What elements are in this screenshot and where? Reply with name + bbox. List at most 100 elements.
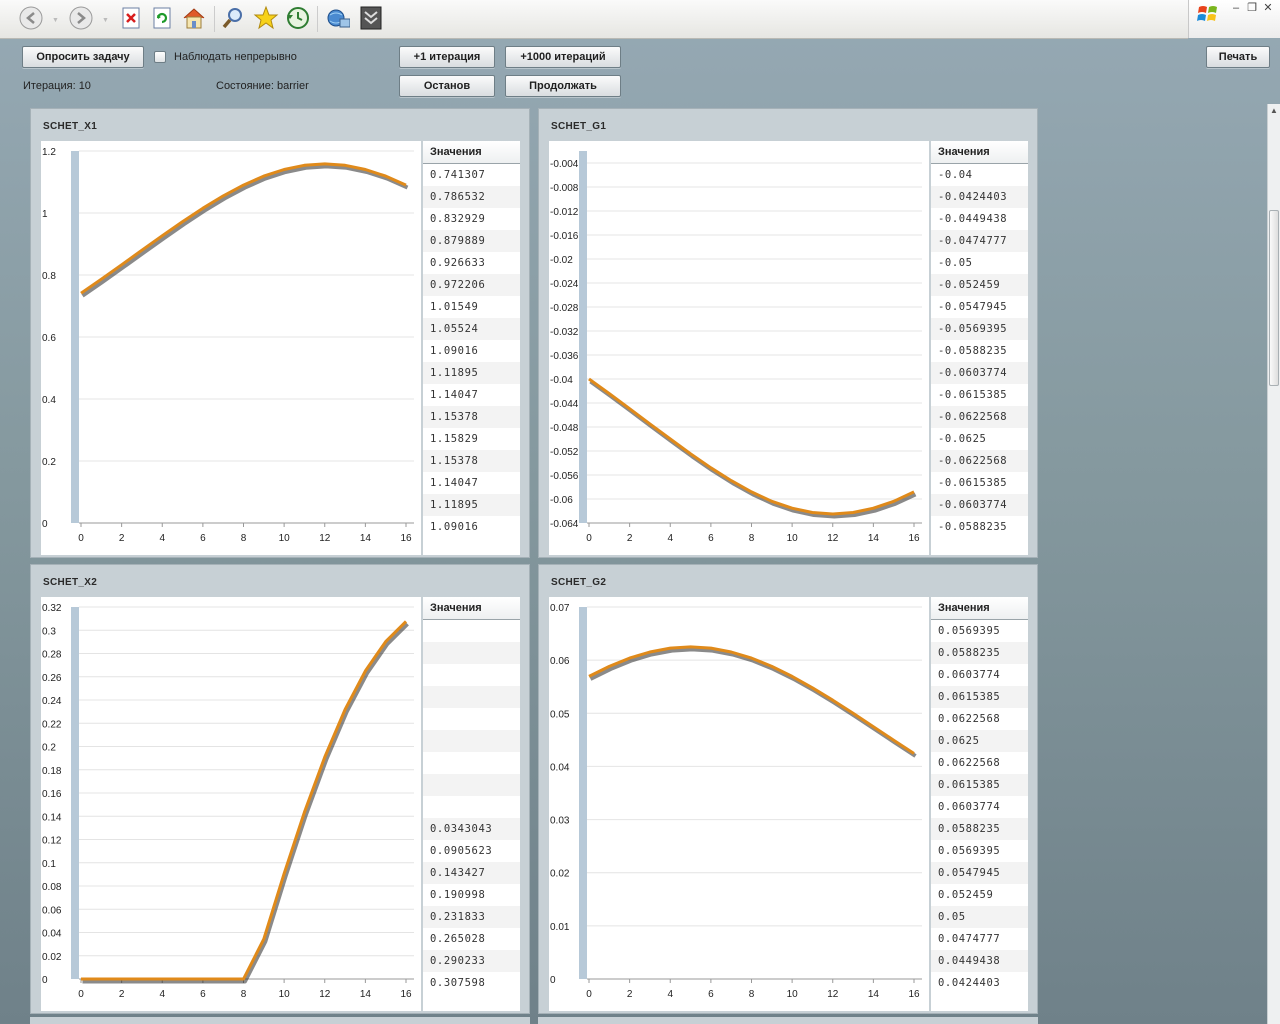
next-panel-edge <box>30 1017 530 1024</box>
minimize-icon[interactable]: – <box>1229 2 1243 14</box>
series-line <box>81 620 408 981</box>
table-row: 0.0588235 <box>931 818 1028 840</box>
table-row: -0.052459 <box>931 274 1028 296</box>
close-icon[interactable]: ✕ <box>1261 2 1275 14</box>
y-tick-label: 0.06 <box>550 656 570 667</box>
x-tick-label: 14 <box>868 533 880 544</box>
window-controls: – ❐ ✕ <box>1188 0 1280 38</box>
stop-icon[interactable] <box>118 5 144 31</box>
watch-continuously-checkbox[interactable] <box>154 51 166 63</box>
y-tick-label: -0.004 <box>550 159 579 170</box>
y-tick-label: 0.01 <box>550 922 570 933</box>
table-row: -0.0615385 <box>938 477 1008 489</box>
y-tick-label: -0.012 <box>550 207 579 218</box>
x-tick-label: 16 <box>908 533 920 544</box>
scroll-up-icon[interactable]: ▲ <box>1270 106 1278 115</box>
y-tick-label: -0.06 <box>550 495 573 506</box>
table-row: 0.0622568 <box>938 757 1001 769</box>
y-tick-label: 0 <box>42 975 48 986</box>
y-tick-label: 0.24 <box>42 696 62 707</box>
plus-thousand-iterations-button[interactable]: +1000 итераций <box>505 46 621 68</box>
home-icon[interactable] <box>181 5 207 31</box>
x-tick-label: 16 <box>400 989 412 1000</box>
values-table: Значения 0.0343043 0.0905623 0.143427 0.190… <box>423 597 520 1011</box>
y-tick-label: 0.05 <box>550 709 570 720</box>
table-row: -0.0603774 <box>931 494 1028 516</box>
axis-band <box>71 607 79 979</box>
table-row: 1.15378 <box>423 406 520 428</box>
vertical-scrollbar[interactable]: ▲ <box>1267 104 1280 1024</box>
scroll-thumb[interactable] <box>1269 210 1279 386</box>
table-row: 0.290233 <box>423 950 520 972</box>
table-row: -0.0622568 <box>931 450 1028 472</box>
table-row: 0.190998 <box>430 889 486 901</box>
y-tick-label: 0 <box>42 519 48 530</box>
y-tick-label: 0.6 <box>42 333 56 344</box>
table-row: -0.0603774 <box>931 362 1028 384</box>
next-panel-edge <box>538 1017 1038 1024</box>
y-tick-label: 0.4 <box>42 395 56 406</box>
print-preview-icon[interactable] <box>358 5 384 31</box>
x-tick-label: 14 <box>868 989 880 1000</box>
history-icon[interactable] <box>284 5 310 31</box>
line-chart: 0 0.2 0.4 0.6 0.8 1 1.2 0 2 4 6 8 10 12 14 16 <box>41 141 421 555</box>
y-tick-label: 0.8 <box>42 271 56 282</box>
media-icon[interactable] <box>324 5 350 31</box>
table-row: -0.0615385 <box>938 389 1008 401</box>
chart-svg: 0 0.02 0.04 0.06 0.08 0.1 0.12 0.14 0.16 0.18 0.2 0… <box>42 603 414 1000</box>
table-row: 0.0547945 <box>931 862 1028 884</box>
values-table: Значения 0.741307 0.786532 0.832929 0.87988… <box>423 141 520 555</box>
y-tick-label: 0.2 <box>42 743 56 754</box>
series-line <box>80 162 407 295</box>
table-row: 0.0588235 <box>931 642 1028 664</box>
table-row: -0.0625 <box>938 433 987 445</box>
table-row: 0.05 <box>931 906 1028 928</box>
x-tick-label: 12 <box>827 533 839 544</box>
search-icon[interactable] <box>220 5 246 31</box>
forward-dropdown-icon[interactable]: ▼ <box>102 17 110 24</box>
y-tick-label: 0.1 <box>42 859 56 870</box>
table-row: 1.14047 <box>430 389 479 401</box>
table-row: 0.0905623 <box>430 845 493 857</box>
table-row: -0.0474777 <box>931 230 1028 252</box>
table-row: -0.0547945 <box>938 301 1008 313</box>
forward-icon[interactable] <box>68 5 94 31</box>
table-row: 0.0615385 <box>931 774 1028 796</box>
series-shadow <box>589 379 917 519</box>
table-row <box>423 708 520 730</box>
iteration-counter: Итерация: 10 <box>23 80 91 92</box>
x-tick-label: 12 <box>319 989 331 1000</box>
x-tick-label: 8 <box>749 989 755 1000</box>
restore-icon[interactable]: ❐ <box>1245 2 1259 14</box>
table-row: 0.0449438 <box>931 950 1028 972</box>
x-tick-label: 4 <box>667 989 673 1000</box>
continue-button[interactable]: Продолжать <box>505 75 621 97</box>
table-row: 0.0343043 <box>423 818 520 840</box>
y-tick-label: -0.016 <box>550 231 579 242</box>
panel-schet-g2: SCHET_G2 0 0.01 0.02 0.03 0.04 0.05 0.06 0.07 0 2… <box>538 564 1038 1014</box>
y-tick-label: 0.3 <box>42 626 56 637</box>
table-row: 0.0569395 <box>938 845 1001 857</box>
x-tick-label: 6 <box>708 989 714 1000</box>
table-row: 0.052459 <box>938 889 994 901</box>
table-row: 1.11895 <box>423 494 520 516</box>
stop-button[interactable]: Останов <box>399 75 495 97</box>
line-chart: -0.064 -0.06 -0.056 -0.052 -0.048 -0.044 -0.04… <box>549 141 929 555</box>
poll-task-button[interactable]: Опросить задачу <box>22 46 144 68</box>
table-row: 0.0569395 <box>938 625 1001 637</box>
x-tick-label: 12 <box>319 533 331 544</box>
y-tick-label: 0.28 <box>42 650 62 661</box>
favorites-icon[interactable] <box>253 5 279 31</box>
back-dropdown-icon[interactable]: ▼ <box>52 17 60 24</box>
back-icon[interactable] <box>18 5 44 31</box>
x-tick-label: 6 <box>200 989 206 1000</box>
table-row: 0.0603774 <box>938 801 1001 813</box>
table-row: -0.0449438 <box>938 213 1008 225</box>
axis-band <box>579 151 587 523</box>
table-row: -0.04 <box>938 169 973 181</box>
plus-one-iteration-button[interactable]: +1 итерация <box>399 46 495 68</box>
refresh-icon[interactable] <box>149 5 175 31</box>
print-button[interactable]: Печать <box>1206 46 1270 68</box>
panel-title: SCHET_G1 <box>551 121 607 132</box>
table-row: 0.265028 <box>430 933 486 945</box>
